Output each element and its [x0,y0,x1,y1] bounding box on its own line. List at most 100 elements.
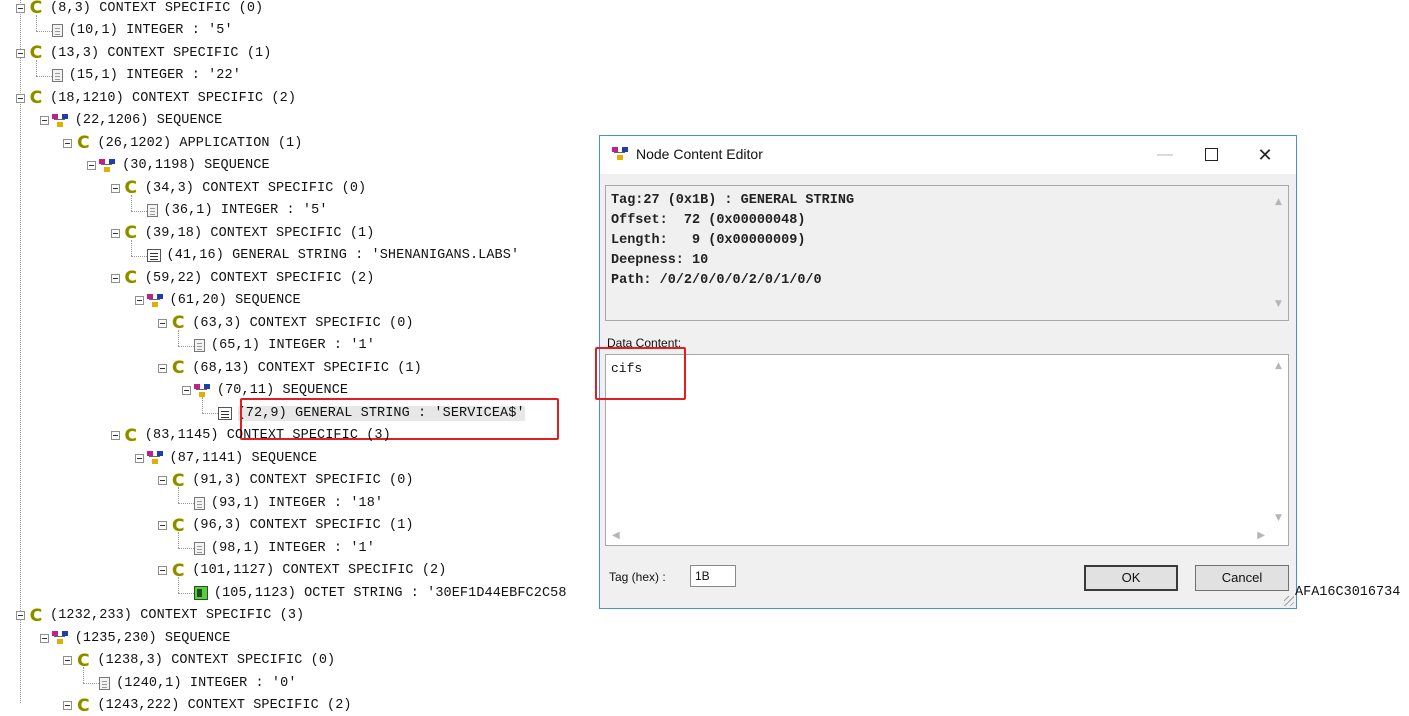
tree-node-label[interactable]: (96,3) CONTEXT SPECIFIC (1) [192,518,413,533]
tree-node-label[interactable]: (63,3) CONTEXT SPECIFIC (0) [192,316,413,331]
tree-node-label[interactable]: (87,1141) SEQUENCE [170,451,318,466]
tree-node[interactable]: C (91,3) CONTEXT SPECIFIC (0) [158,471,414,491]
tree-node[interactable]: (1235,230) SEQUENCE [39,628,231,648]
collapse-toggle-icon[interactable] [63,701,73,710]
tree-node-label[interactable]: (1240,1) INTEGER : '0' [116,676,296,691]
tree-node[interactable]: C (34,3) CONTEXT SPECIFIC (0) [110,178,366,198]
tree-node-label[interactable]: (1235,230) SEQUENCE [75,631,231,646]
scroll-left-icon[interactable]: ◀ [612,530,620,541]
info-scrollbar[interactable]: ▲ ▼ [1271,186,1288,320]
close-button[interactable]: ✕ [1242,140,1288,170]
collapse-toggle-icon[interactable] [181,386,191,395]
tree-node[interactable]: C (26,1202) APPLICATION (1) [63,133,302,153]
collapse-toggle-icon[interactable] [134,296,144,305]
tree-node[interactable]: (105,1123) OCTET STRING : '30EF1D44EBFC2… [193,583,567,603]
tree-node[interactable]: (36,1) INTEGER : '5' [146,201,328,221]
tree-node-label[interactable]: (101,1127) CONTEXT SPECIFIC (2) [192,563,446,578]
tree-node-label[interactable]: (22,1206) SEQUENCE [75,113,223,128]
tree-node-label[interactable]: (65,1) INTEGER : '1' [211,338,375,353]
collapse-toggle-icon[interactable] [158,318,168,328]
collapse-toggle-icon[interactable] [39,633,49,643]
collapse-toggle-icon[interactable] [110,273,120,283]
collapse-toggle-icon[interactable] [110,183,120,193]
tree-node[interactable]: C (83,1145) CONTEXT SPECIFIC (3) [110,426,391,446]
tree-node[interactable]: (10,1) INTEGER : '5' [51,21,233,41]
tree-node-label[interactable]: (1238,3) CONTEXT SPECIFIC (0) [97,653,335,668]
tree-node-label[interactable]: (15,1) INTEGER : '22' [69,68,241,83]
tree-node-label[interactable]: (26,1202) APPLICATION (1) [97,136,302,151]
collapse-toggle-icon[interactable] [158,476,168,485]
tree-node-label[interactable]: (61,20) SEQUENCE [170,293,301,308]
collapse-toggle-icon[interactable] [110,228,120,238]
tree-node[interactable]: (22,1206) SEQUENCE [39,111,223,131]
tree-node[interactable]: (87,1141) SEQUENCE [134,448,318,468]
tree-node-label[interactable]: (8,3) CONTEXT SPECIFIC (0) [50,1,263,16]
tree-node-label[interactable]: (36,1) INTEGER : '5' [164,203,328,218]
tree-node[interactable]: (41,16) GENERAL STRING : 'SHENANIGANS.LA… [146,246,520,266]
tree-node[interactable]: C (63,3) CONTEXT SPECIFIC (0) [158,313,414,333]
tree-node-label[interactable]: (105,1123) OCTET STRING : '30EF1D44EBFC2… [214,586,567,601]
collapse-toggle-icon[interactable] [158,521,168,530]
collapse-toggle-icon[interactable] [39,116,49,125]
data-horizontal-scrollbar[interactable]: ◀ ▶ [606,528,1271,545]
tree-node[interactable]: C (18,1210) CONTEXT SPECIFIC (2) [16,88,296,108]
scroll-down-icon[interactable]: ▼ [1275,513,1282,523]
tree-node-label[interactable]: (83,1145) CONTEXT SPECIFIC (3) [145,428,391,443]
tree-node-label[interactable]: (1243,222) CONTEXT SPECIFIC (2) [97,698,351,713]
tree-node[interactable]: (1240,1) INTEGER : '0' [99,673,296,693]
collapse-toggle-icon[interactable] [63,138,73,148]
tree-node[interactable]: (93,1) INTEGER : '18' [193,493,383,513]
tree-node[interactable]: C (96,3) CONTEXT SPECIFIC (1) [158,516,414,536]
collapse-toggle-icon[interactable] [110,431,120,440]
tree-node-label[interactable]: (34,3) CONTEXT SPECIFIC (0) [145,181,366,196]
collapse-toggle-icon[interactable] [63,656,73,665]
scroll-down-icon[interactable]: ▼ [1275,294,1282,314]
tree-node-label[interactable]: (41,16) GENERAL STRING : 'SHENANIGANS.LA… [167,248,520,263]
tree-node-label[interactable]: (10,1) INTEGER : '5' [69,23,233,38]
tree-node[interactable]: (98,1) INTEGER : '1' [193,538,375,558]
tree-node[interactable]: C (59,22) CONTEXT SPECIFIC (2) [110,268,375,288]
tree-node[interactable]: (30,1198) SEQUENCE [87,156,270,176]
scroll-up-icon[interactable]: ▲ [1275,361,1282,371]
tree-node-label[interactable]: (13,3) CONTEXT SPECIFIC (1) [50,46,271,61]
tree-node-label[interactable]: (91,3) CONTEXT SPECIFIC (0) [192,473,413,488]
title-bar[interactable]: Node Content Editor — ✕ [600,136,1296,174]
tree-node-label[interactable]: (93,1) INTEGER : '18' [211,496,383,511]
collapse-toggle-icon[interactable] [16,93,25,103]
tree-node-label[interactable]: (18,1210) CONTEXT SPECIFIC (2) [50,91,296,106]
collapse-toggle-icon[interactable] [87,161,97,170]
tree-node[interactable]: (61,20) SEQUENCE [134,291,301,311]
data-content-textarea[interactable]: cifs ▲ ▼ ◀ ▶ [605,354,1289,546]
cancel-button[interactable]: Cancel [1195,565,1289,591]
tree-node[interactable]: C (101,1127) CONTEXT SPECIFIC (2) [158,561,446,581]
tree-node-label[interactable]: (70,11) SEQUENCE [217,383,348,398]
tree-node[interactable]: C (1232,233) CONTEXT SPECIFIC (3) [16,606,304,626]
tree-node[interactable]: (65,1) INTEGER : '1' [193,336,375,356]
tree-node[interactable]: C (8,3) CONTEXT SPECIFIC (0) [16,0,263,18]
tree-node[interactable]: C (13,3) CONTEXT SPECIFIC (1) [16,43,271,63]
tree-node[interactable]: C (1243,222) CONTEXT SPECIFIC (2) [63,696,352,716]
tree-node-label[interactable]: (98,1) INTEGER : '1' [211,541,375,556]
collapse-toggle-icon[interactable] [134,453,144,463]
tree-node-label[interactable]: (30,1198) SEQUENCE [122,158,270,173]
collapse-toggle-icon[interactable] [16,48,25,58]
scroll-right-icon[interactable]: ▶ [1257,530,1265,541]
tag-hex-input[interactable]: 1B [690,565,736,587]
scroll-up-icon[interactable]: ▲ [1275,192,1282,212]
collapse-toggle-icon[interactable] [158,363,168,373]
collapse-toggle-icon[interactable] [16,3,25,13]
minimize-button[interactable]: — [1142,140,1188,170]
collapse-toggle-icon[interactable] [158,566,168,575]
resize-grip[interactable] [1284,596,1294,606]
tree-node-label[interactable]: (1232,233) CONTEXT SPECIFIC (3) [50,608,304,623]
tree-node-label[interactable]: (68,13) CONTEXT SPECIFIC (1) [192,361,422,376]
data-vertical-scrollbar[interactable]: ▲ ▼ [1271,355,1288,545]
tree-node-label[interactable]: (59,22) CONTEXT SPECIFIC (2) [145,271,375,286]
tree-node[interactable]: C (1238,3) CONTEXT SPECIFIC (0) [63,651,335,671]
collapse-toggle-icon[interactable] [16,611,25,620]
maximize-button[interactable] [1188,140,1234,170]
tree-node[interactable]: (15,1) INTEGER : '22' [51,66,241,86]
ok-button[interactable]: OK [1084,565,1178,591]
tree-node[interactable]: C (68,13) CONTEXT SPECIFIC (1) [158,358,422,378]
tree-node-label[interactable]: (39,18) CONTEXT SPECIFIC (1) [145,226,375,241]
